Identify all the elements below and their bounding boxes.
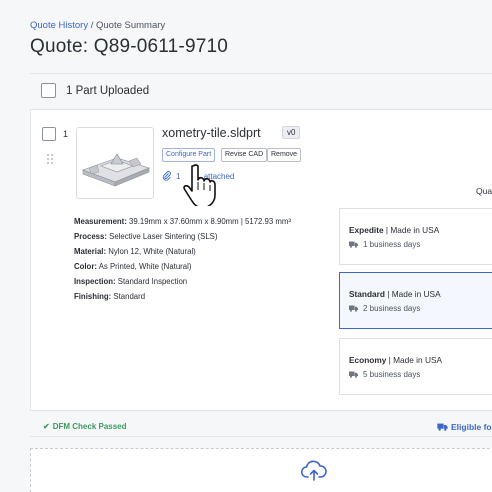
breadcrumb-separator: / (88, 20, 96, 31)
part-file-name[interactable]: xometry-tile.sldprt (162, 126, 261, 140)
version-badge[interactable]: v0 (282, 126, 301, 139)
dfm-status[interactable]: ✔ DFM Check Passed (43, 422, 127, 431)
part-thumbnail[interactable] (76, 127, 154, 199)
truck-icon (349, 241, 358, 248)
lead-time-heading: Standard | Made in USA (349, 289, 441, 299)
spec-inspection: Inspection: Standard Inspection (74, 277, 188, 286)
lead-time-option-standard[interactable]: Standard | Made in USA 2 business days (339, 272, 492, 329)
breadcrumb-quote-history-link[interactable]: Quote History (30, 20, 88, 31)
spec-color: Color: As Printed, White (Natural) (74, 262, 192, 271)
truck-icon (349, 305, 358, 312)
spec-measurement: Measurement: 39.19mm x 37.60mm x 8.90mm … (74, 217, 291, 226)
section-divider (30, 436, 492, 437)
quantity-label: Qua (476, 186, 492, 196)
remove-part-button[interactable]: Remove (267, 148, 302, 162)
spec-finishing: Finishing: Standard (74, 292, 146, 301)
header-divider (30, 73, 492, 74)
breadcrumb: Quote History / Quote Summary (30, 20, 165, 31)
part-specs: Measurement: 39.19mm x 37.60mm x 8.90mm … (74, 214, 291, 304)
revise-cad-button[interactable]: Revise CAD (221, 148, 268, 162)
parts-uploaded-label: 1 Part Uploaded (66, 84, 150, 97)
shipping-eligibility-badge[interactable]: Eligible for (437, 422, 492, 432)
dfm-status-label: DFM Check Passed (52, 422, 127, 431)
select-all-checkbox[interactable] (41, 83, 56, 98)
cloud-upload-icon[interactable] (301, 460, 327, 482)
truck-icon (437, 423, 448, 431)
hand-pointer-icon (183, 164, 216, 206)
paperclip-icon (162, 171, 171, 181)
part-card: 1 xometry-tile.sldprt v0 Configure Part … (30, 109, 492, 432)
shipping-eligibility-label: Eligible for (451, 422, 492, 432)
lead-time-option-economy[interactable]: Economy | Made in USA 5 business days (339, 338, 492, 395)
check-icon: ✔ (43, 422, 50, 431)
spec-material: Material: Nylon 12, White (Natural) (74, 247, 196, 256)
spec-process: Process: Selective Laser Sintering (SLS) (74, 232, 218, 241)
parts-header: 1 Part Uploaded (41, 83, 149, 98)
attachment-count: 1 (176, 171, 181, 181)
lead-time-days: 5 business days (349, 370, 420, 379)
part-index: 1 (63, 129, 69, 139)
configure-part-button[interactable]: Configure Part (162, 148, 216, 162)
drag-handle-icon[interactable] (47, 154, 54, 164)
page-title: Quote: Q89-0611-9710 (30, 36, 229, 57)
lead-time-days: 1 business days (349, 240, 420, 249)
upload-dropzone[interactable] (30, 448, 492, 492)
truck-icon (349, 371, 358, 378)
lead-time-option-expedite[interactable]: Expedite | Made in USA 1 business days (339, 208, 492, 265)
lead-time-days: 2 business days (349, 304, 420, 313)
lead-time-heading: Expedite | Made in USA (349, 225, 440, 235)
breadcrumb-current: Quote Summary (96, 20, 166, 31)
part-select-checkbox[interactable] (42, 127, 56, 141)
lead-time-heading: Economy | Made in USA (349, 355, 443, 365)
